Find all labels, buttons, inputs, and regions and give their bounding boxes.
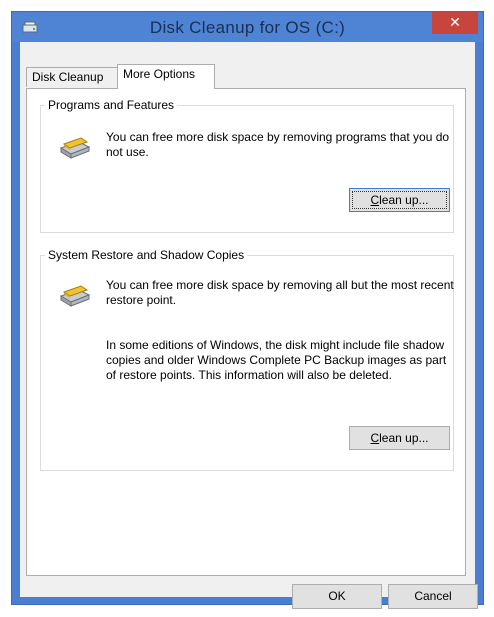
- restore-clean-up-button[interactable]: Clean up...: [349, 426, 450, 450]
- title-bar[interactable]: Disk Cleanup for OS (C:) ✕: [12, 12, 483, 42]
- disk-cleanup-window: Disk Cleanup for OS (C:) ✕ Disk Cleanup …: [11, 11, 484, 609]
- close-button[interactable]: ✕: [432, 12, 478, 34]
- button-mnemonic: C: [370, 193, 380, 207]
- programs-drive-icon: [59, 137, 91, 159]
- programs-and-features-group: Programs and Features You can free more …: [40, 98, 454, 233]
- cancel-button[interactable]: Cancel: [388, 584, 478, 609]
- programs-description: You can free more disk space by removing…: [106, 130, 450, 159]
- window-title: Disk Cleanup for OS (C:): [149, 18, 346, 37]
- close-icon: ✕: [449, 14, 461, 30]
- group-title-programs: Programs and Features: [45, 98, 178, 113]
- button-label: lean up...: [379, 431, 429, 445]
- restore-drive-icon: [59, 285, 91, 307]
- programs-clean-up-button[interactable]: Clean up...: [349, 188, 450, 212]
- ok-button[interactable]: OK: [292, 584, 382, 609]
- group-title-restore: System Restore and Shadow Copies: [45, 248, 248, 263]
- button-label: lean up...: [379, 193, 429, 207]
- system-restore-group: System Restore and Shadow Copies You can…: [40, 248, 454, 471]
- tab-more-options[interactable]: More Options: [117, 64, 215, 89]
- tab-strip: Disk Cleanup More Options: [26, 64, 466, 89]
- more-options-panel: Programs and Features You can free more …: [26, 88, 466, 576]
- tab-disk-cleanup[interactable]: Disk Cleanup: [26, 67, 118, 87]
- button-mnemonic: C: [370, 431, 380, 445]
- restore-description: You can free more disk space by removing…: [106, 278, 454, 307]
- restore-shadow-copies-note: In some editions of Windows, the disk mi…: [106, 338, 447, 382]
- dialog-client-area: Disk Cleanup More Options Programs and F…: [20, 42, 478, 609]
